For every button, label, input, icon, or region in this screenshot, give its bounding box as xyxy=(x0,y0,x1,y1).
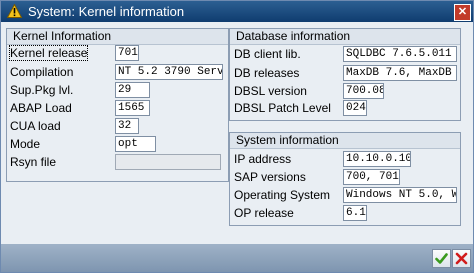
db-releases-field[interactable]: MaxDB 7.6, MaxDB 7 xyxy=(343,65,457,81)
db-releases-label: DB releases xyxy=(234,66,300,80)
dbsl-version-label: DBSL version xyxy=(234,84,307,98)
sup-pkg-field[interactable]: 29 xyxy=(115,82,150,98)
close-icon[interactable]: ✕ xyxy=(454,4,471,21)
rsyn-file-field[interactable] xyxy=(115,154,221,170)
op-release-field[interactable]: 6.1 xyxy=(343,205,367,221)
dbsl-patch-level-field[interactable]: 024 xyxy=(343,100,367,116)
window-title: System: Kernel information xyxy=(28,4,185,19)
button-bar xyxy=(1,244,473,272)
dialog-content: Kernel Information Kernel release 701 Co… xyxy=(1,22,473,244)
op-release-label: OP release xyxy=(234,206,294,220)
cancel-button[interactable] xyxy=(452,249,471,268)
operating-system-label: Operating System xyxy=(234,188,331,202)
cua-load-label: CUA load xyxy=(10,119,61,133)
db-client-lib-field[interactable]: SQLDBC 7.6.5.011 C xyxy=(343,46,457,62)
rsyn-file-label: Rsyn file xyxy=(10,155,57,169)
mode-field[interactable]: opt xyxy=(115,136,156,152)
confirm-button[interactable] xyxy=(432,249,451,268)
dialog-window: System: Kernel information ✕ Kernel Info… xyxy=(0,0,474,273)
db-client-lib-label: DB client lib. xyxy=(234,47,301,61)
group-title: Kernel Information xyxy=(7,29,228,45)
sap-versions-field[interactable]: 700, 701 xyxy=(343,169,400,185)
dbsl-version-field[interactable]: 700.08 xyxy=(343,83,384,99)
abap-load-label: ABAP Load xyxy=(10,101,72,115)
abap-load-field[interactable]: 1565 xyxy=(115,100,150,116)
check-icon xyxy=(435,253,448,264)
title-bar[interactable]: System: Kernel information ✕ xyxy=(1,1,473,22)
compilation-label: Compilation xyxy=(10,65,74,79)
ip-address-label: IP address xyxy=(234,152,292,166)
dbsl-patch-level-label: DBSL Patch Level xyxy=(234,101,331,115)
group-title: Database information xyxy=(230,29,460,45)
kernel-release-label: Kernel release xyxy=(8,45,89,61)
sap-versions-label: SAP versions xyxy=(234,170,306,184)
group-title: System information xyxy=(230,133,460,149)
cua-load-field[interactable]: 32 xyxy=(115,118,139,134)
sup-pkg-label: Sup.Pkg lvl. xyxy=(10,83,74,97)
mode-label: Mode xyxy=(10,137,41,151)
warning-icon xyxy=(7,4,22,18)
kernel-release-field[interactable]: 701 xyxy=(115,45,139,61)
operating-system-field[interactable]: Windows NT 5.0, Win xyxy=(343,187,457,203)
compilation-field[interactable]: NT 5.2 3790 Servi xyxy=(115,64,223,80)
cancel-x-icon xyxy=(455,252,468,265)
ip-address-field[interactable]: 10.10.0.10 xyxy=(343,151,411,167)
